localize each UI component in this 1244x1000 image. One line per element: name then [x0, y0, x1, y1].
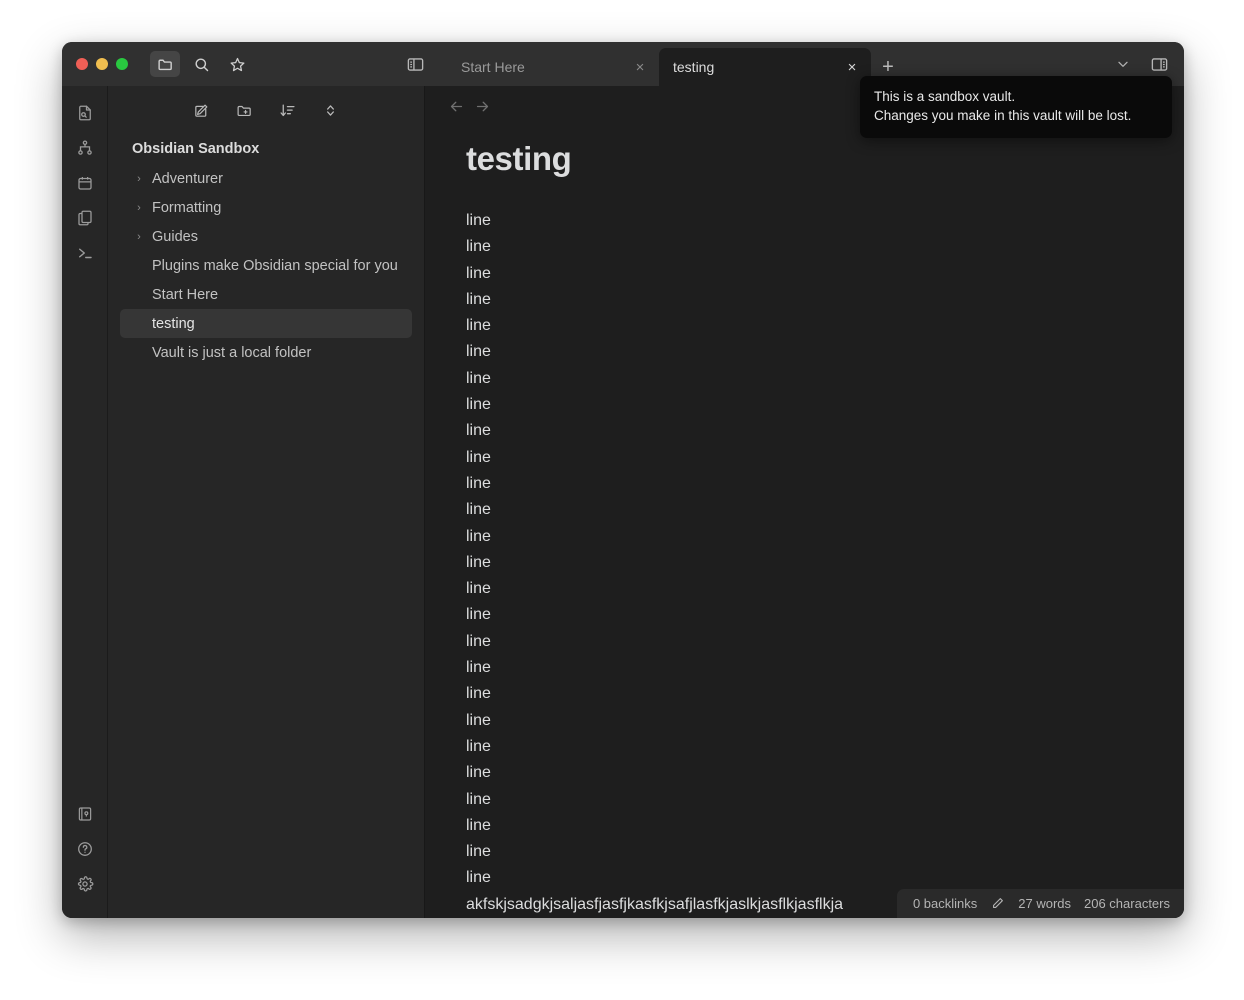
nav-item-label: Start Here — [152, 287, 218, 303]
doc-line: line — [466, 524, 1144, 550]
doc-line: line — [466, 471, 1144, 497]
explorer-toolbar — [108, 86, 424, 128]
character-count: 206 characters — [1084, 896, 1170, 911]
terminal-icon[interactable] — [70, 238, 100, 268]
traffic-lights — [62, 58, 128, 70]
markdown-editor[interactable]: testing line line line line line line li… — [425, 126, 1184, 918]
doc-line: line — [466, 287, 1144, 313]
tab-close-icon[interactable]: × — [843, 58, 861, 76]
doc-line: line — [466, 339, 1144, 365]
doc-line: line — [466, 655, 1144, 681]
obsidian-window: Start Here × testing × + — [62, 42, 1184, 918]
tab-testing[interactable]: testing × — [659, 48, 871, 86]
star-icon[interactable] — [222, 51, 252, 77]
nav-item-label: Plugins make Obsidian special for you — [152, 258, 398, 274]
tab-start-here[interactable]: Start Here × — [447, 48, 659, 86]
forward-arrow-icon[interactable] — [469, 93, 495, 119]
nav-item-label: Guides — [152, 229, 198, 245]
file-item-start-here[interactable]: Start Here — [120, 280, 412, 309]
graph-icon[interactable] — [70, 133, 100, 163]
tab-close-icon[interactable]: × — [631, 58, 649, 76]
sandbox-vault-tooltip: This is a sandbox vault. Changes you mak… — [860, 76, 1172, 138]
doc-line: line — [466, 865, 1144, 891]
sort-icon[interactable] — [275, 97, 301, 123]
doc-line: line — [466, 550, 1144, 576]
rail-bottom-actions — [70, 799, 100, 918]
tab-label: testing — [673, 59, 843, 75]
chevron-down-icon[interactable] — [1110, 51, 1136, 77]
nav-item-label: Adventurer — [152, 171, 223, 187]
toggle-right-sidebar-icon[interactable] — [1144, 51, 1174, 77]
doc-line: line — [466, 813, 1144, 839]
doc-line: line — [466, 708, 1144, 734]
tooltip-line-2: Changes you make in this vault will be l… — [874, 106, 1158, 125]
doc-line: line — [466, 261, 1144, 287]
doc-line: line — [466, 839, 1144, 865]
titlebar-actions — [150, 51, 252, 77]
file-item-plugins[interactable]: Plugins make Obsidian special for you — [120, 251, 412, 280]
vault-switcher-icon[interactable] — [70, 799, 100, 829]
doc-line: line — [466, 629, 1144, 655]
inline-title[interactable]: testing — [466, 140, 1144, 178]
calendar-icon[interactable] — [70, 168, 100, 198]
new-folder-icon[interactable] — [232, 97, 258, 123]
doc-line: line — [466, 787, 1144, 813]
window-close-button[interactable] — [76, 58, 88, 70]
folder-icon[interactable] — [150, 51, 180, 77]
doc-line: line — [466, 602, 1144, 628]
window-maximize-button[interactable] — [116, 58, 128, 70]
file-item-testing[interactable]: testing — [120, 309, 412, 338]
back-arrow-icon[interactable] — [443, 93, 469, 119]
doc-line: line — [466, 576, 1144, 602]
editor-pane: testing testing line line line line line… — [425, 86, 1184, 918]
file-search-icon[interactable] — [70, 98, 100, 128]
doc-line: line — [466, 734, 1144, 760]
new-note-icon[interactable] — [189, 97, 215, 123]
toggle-left-sidebar-icon[interactable] — [400, 51, 430, 77]
search-icon[interactable] — [186, 51, 216, 77]
collapse-expand-icon[interactable] — [318, 97, 344, 123]
tooltip-line-1: This is a sandbox vault. — [874, 87, 1158, 106]
document-content: testing line line line line line line li… — [425, 140, 1184, 918]
chevron-right-icon: › — [132, 202, 146, 214]
files-icon[interactable] — [70, 203, 100, 233]
window-body: Obsidian Sandbox › Adventurer › Formatti… — [62, 86, 1184, 918]
doc-line: line — [466, 313, 1144, 339]
nav-item-label: testing — [152, 316, 195, 332]
folder-item-formatting[interactable]: › Formatting — [120, 193, 412, 222]
file-item-vault-is-just-a-local-folder[interactable]: Vault is just a local folder — [120, 338, 412, 367]
doc-line: line — [466, 681, 1144, 707]
chevron-right-icon: › — [132, 173, 146, 185]
status-bar: 0 backlinks 27 words 206 characters — [897, 889, 1184, 918]
tab-strip: Start Here × testing × + — [447, 48, 905, 86]
doc-line: line — [466, 392, 1144, 418]
doc-line: line — [466, 497, 1144, 523]
doc-line: line — [466, 234, 1144, 260]
nav-item-label: Formatting — [152, 200, 221, 216]
help-icon[interactable] — [70, 834, 100, 864]
word-count: 27 words — [1018, 896, 1071, 911]
file-explorer: Obsidian Sandbox › Adventurer › Formatti… — [108, 86, 425, 918]
backlinks-count[interactable]: 0 backlinks — [913, 896, 977, 911]
tab-label: Start Here — [461, 59, 631, 75]
doc-line: line — [466, 366, 1144, 392]
pencil-icon[interactable] — [990, 896, 1005, 911]
folder-item-guides[interactable]: › Guides — [120, 222, 412, 251]
doc-line: line — [466, 208, 1144, 234]
window-minimize-button[interactable] — [96, 58, 108, 70]
doc-line: line — [466, 418, 1144, 444]
chevron-right-icon: › — [132, 231, 146, 243]
nav-item-label: Vault is just a local folder — [152, 345, 311, 361]
doc-line: line — [466, 760, 1144, 786]
left-icon-rail — [62, 86, 108, 918]
explorer-tree: Obsidian Sandbox › Adventurer › Formatti… — [108, 128, 424, 367]
folder-item-adventurer[interactable]: › Adventurer — [120, 164, 412, 193]
doc-line: line — [466, 445, 1144, 471]
vault-name: Obsidian Sandbox — [120, 136, 412, 162]
settings-icon[interactable] — [70, 869, 100, 899]
